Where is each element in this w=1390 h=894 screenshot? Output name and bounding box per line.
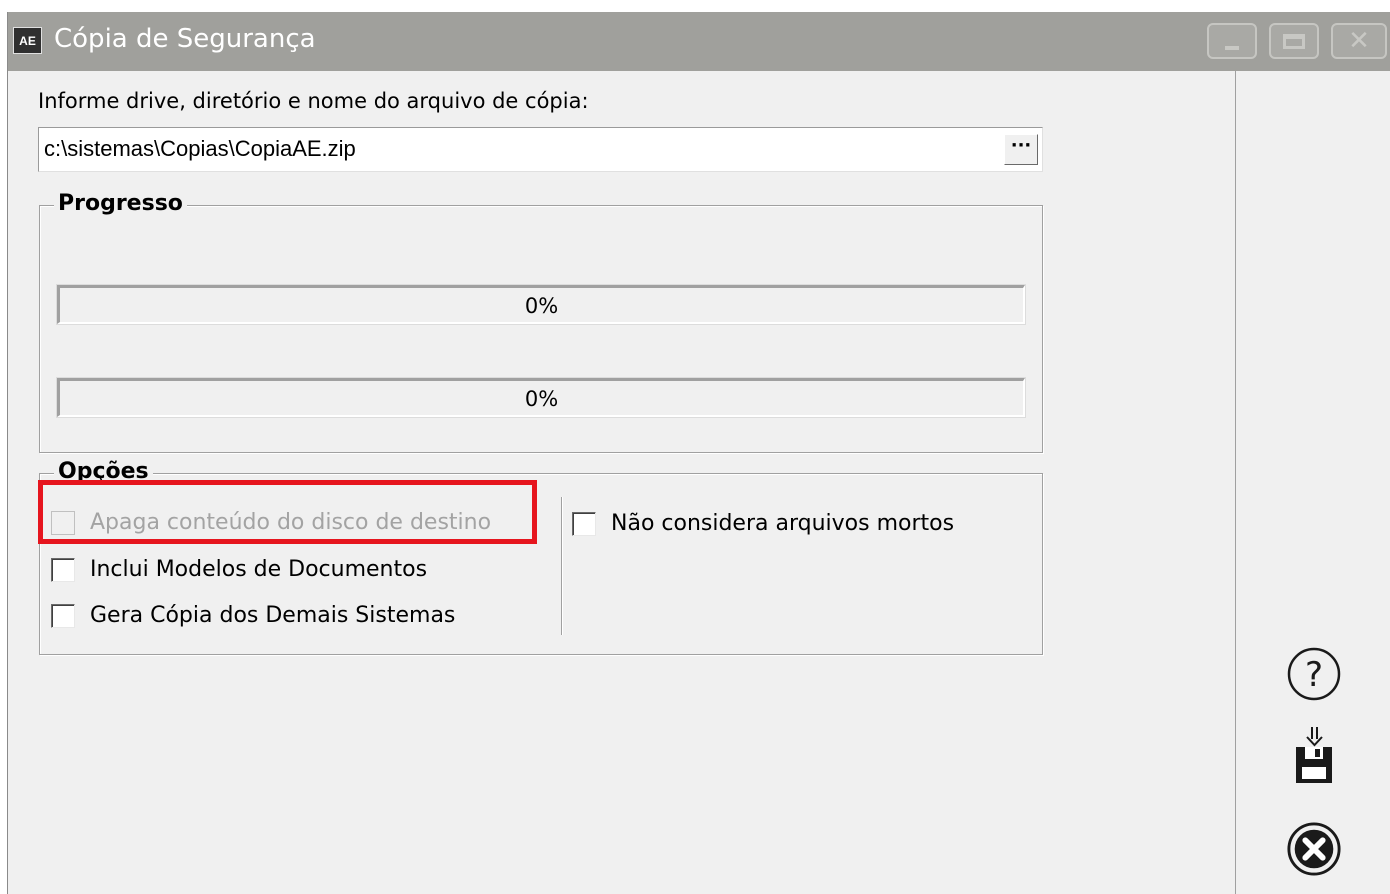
title-bar[interactable]: AE Cópia de Segurança ✕ bbox=[8, 12, 1390, 71]
progress-bar-2: 0% bbox=[56, 377, 1026, 418]
progress-text-1: 0% bbox=[524, 294, 559, 318]
progress-group: Progresso 0% 0% bbox=[39, 191, 1043, 453]
help-icon[interactable]: ? bbox=[1286, 646, 1342, 702]
close-icon: ✕ bbox=[1348, 26, 1370, 56]
ignore-dead-files-checkbox[interactable] bbox=[572, 511, 596, 536]
side-toolbar: ? bbox=[1235, 71, 1390, 894]
copy-other-systems-label[interactable]: Gera Cópia dos Demais Sistemas bbox=[90, 603, 455, 628]
progress-group-title: Progresso bbox=[54, 191, 187, 216]
path-value[interactable]: c:\sistemas\Copias\CopiaAE.zip bbox=[44, 136, 356, 162]
highlight-annotation bbox=[38, 480, 537, 544]
option-include-templates[interactable]: Inclui Modelos de Documentos bbox=[51, 557, 427, 582]
minimize-button[interactable] bbox=[1207, 23, 1257, 59]
backup-dialog: AE Cópia de Segurança ✕ Informe drive, d… bbox=[7, 12, 1390, 894]
path-label: Informe drive, diretório e nome do arqui… bbox=[38, 89, 589, 113]
maximize-button[interactable] bbox=[1269, 23, 1319, 59]
progress-bar-1: 0% bbox=[56, 284, 1026, 325]
cancel-icon[interactable] bbox=[1286, 821, 1342, 877]
option-ignore-dead-files[interactable]: Não considera arquivos mortos bbox=[572, 511, 954, 536]
include-templates-label[interactable]: Inclui Modelos de Documentos bbox=[90, 557, 427, 582]
save-backup-icon[interactable] bbox=[1286, 727, 1342, 785]
app-icon: AE bbox=[13, 27, 42, 54]
progress-text-2: 0% bbox=[524, 387, 559, 411]
ignore-dead-files-label[interactable]: Não considera arquivos mortos bbox=[611, 511, 954, 536]
window-title: Cópia de Segurança bbox=[54, 24, 316, 54]
close-button[interactable]: ✕ bbox=[1331, 23, 1387, 59]
option-copy-other-systems[interactable]: Gera Cópia dos Demais Sistemas bbox=[51, 603, 455, 628]
browse-button[interactable]: ··· bbox=[1004, 134, 1038, 165]
path-input[interactable]: c:\sistemas\Copias\CopiaAE.zip ··· bbox=[38, 127, 1043, 172]
svg-text:?: ? bbox=[1305, 655, 1323, 695]
include-templates-checkbox[interactable] bbox=[51, 557, 75, 582]
copy-other-systems-checkbox[interactable] bbox=[51, 603, 75, 628]
options-divider bbox=[561, 497, 563, 635]
